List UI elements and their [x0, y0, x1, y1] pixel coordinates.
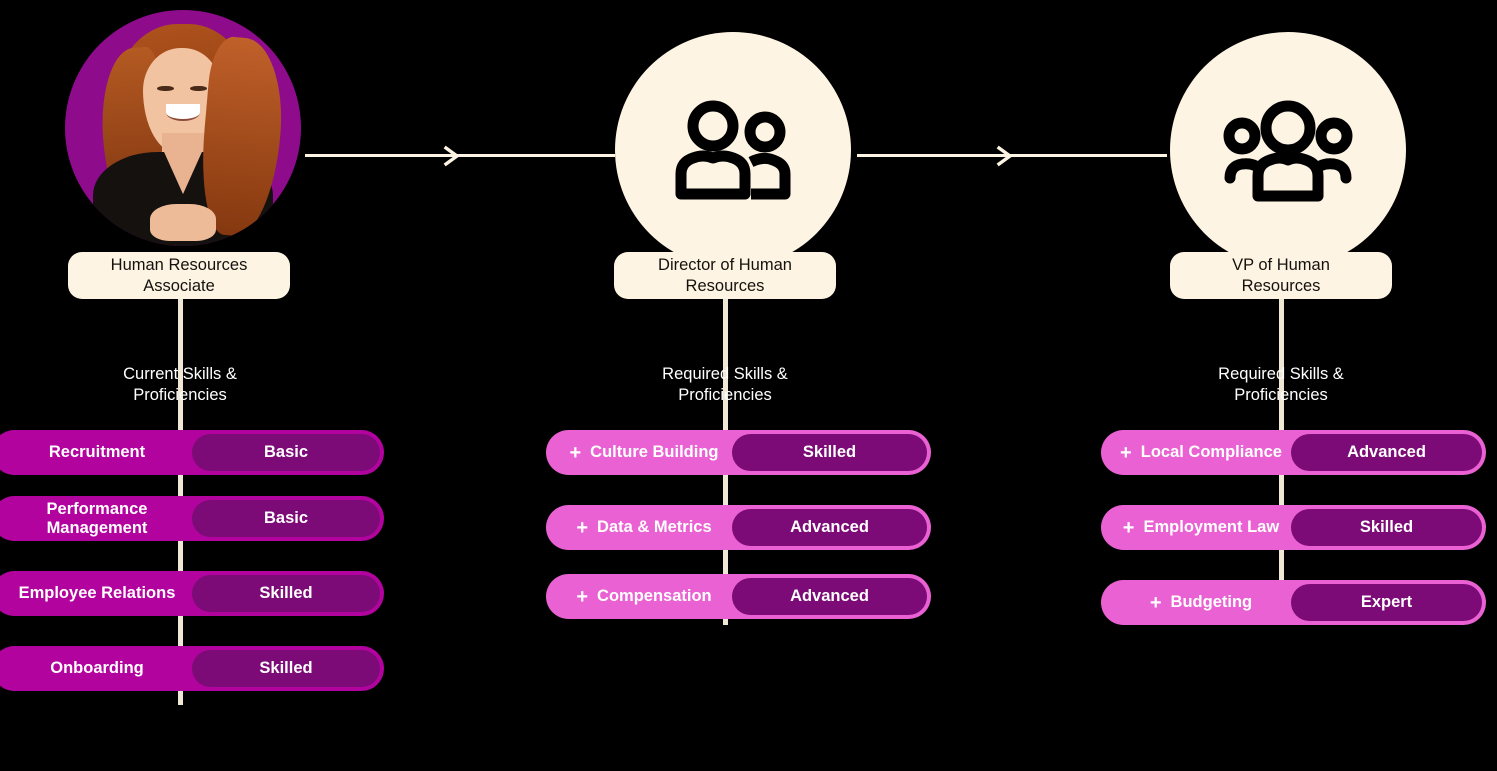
skill-name: Onboarding [50, 659, 144, 677]
role-title-director: Director of Human Resources [614, 252, 836, 299]
role-title-line1: Director of Human [658, 255, 792, 274]
skill-name: + Culture Building [569, 441, 719, 464]
add-skill-icon[interactable]: + [1120, 443, 1132, 463]
skill-level-badge: Expert [1291, 584, 1482, 621]
career-path-diagram: Human Resources Associate Current Skills… [0, 0, 1497, 771]
skill-pill[interactable]: Recruitment Basic [0, 430, 384, 475]
skill-level-badge: Skilled [192, 575, 380, 612]
role-title-current: Human Resources Associate [68, 252, 290, 299]
skill-level-badge: Basic [192, 500, 380, 537]
column-stem-current [178, 285, 183, 705]
role-title-vp: VP of Human Resources [1170, 252, 1392, 299]
chevron-right-icon [995, 145, 1015, 167]
skill-level-badge: Advanced [1291, 434, 1482, 471]
skill-pill[interactable]: Performance Management Basic [0, 496, 384, 541]
skill-name: Performance Management [46, 499, 148, 537]
role-title-line2: Resources [685, 276, 765, 295]
section-caption-director: Required Skills & Proficiencies [600, 364, 850, 406]
skill-pill[interactable]: Employee Relations Skilled [0, 571, 384, 616]
caption-line1: Current Skills & [123, 365, 237, 383]
add-skill-icon[interactable]: + [569, 443, 581, 463]
employee-portrait-illustration [65, 10, 301, 246]
skill-level-badge: Skilled [732, 434, 927, 471]
role-title-line1: VP of Human [1232, 255, 1330, 274]
skill-name: + Employment Law [1122, 516, 1280, 539]
skill-name: Employee Relations [18, 584, 176, 602]
skill-pill[interactable]: + Compensation Advanced [546, 574, 931, 619]
caption-line2: Proficiencies [1234, 386, 1328, 404]
skill-level-badge: Basic [192, 434, 380, 471]
two-people-icon [615, 32, 851, 268]
section-caption-current: Current Skills & Proficiencies [55, 364, 305, 406]
skill-pill[interactable]: + Data & Metrics Advanced [546, 505, 931, 550]
skill-pill[interactable]: Onboarding Skilled [0, 646, 384, 691]
three-people-group-icon [1170, 32, 1406, 268]
skill-level-badge: Skilled [192, 650, 380, 687]
skill-pill[interactable]: + Budgeting Expert [1101, 580, 1486, 625]
skill-name: + Local Compliance [1120, 441, 1282, 464]
role-title-line2: Resources [1241, 276, 1321, 295]
caption-line2: Proficiencies [133, 386, 227, 404]
section-caption-vp: Required Skills & Proficiencies [1156, 364, 1406, 406]
vp-node-circle [1170, 32, 1406, 268]
director-node-circle [615, 32, 851, 268]
employee-photo [65, 10, 301, 246]
caption-line2: Proficiencies [678, 386, 772, 404]
skill-name: + Compensation [576, 585, 712, 608]
caption-line1: Required Skills & [662, 365, 788, 383]
skill-name: + Data & Metrics [576, 516, 712, 539]
chevron-right-icon [442, 145, 462, 167]
skill-name: + Budgeting [1149, 591, 1253, 614]
add-skill-icon[interactable]: + [576, 518, 588, 538]
skill-level-badge: Skilled [1291, 509, 1482, 546]
add-skill-icon[interactable]: + [576, 587, 588, 607]
skill-name: Recruitment [48, 443, 146, 461]
skill-pill[interactable]: + Culture Building Skilled [546, 430, 931, 475]
caption-line1: Required Skills & [1218, 365, 1344, 383]
role-title-line2: Associate [143, 276, 215, 295]
skill-pill[interactable]: + Local Compliance Advanced [1101, 430, 1486, 475]
add-skill-icon[interactable]: + [1150, 593, 1162, 613]
role-title-line1: Human Resources [110, 255, 248, 274]
skill-level-badge: Advanced [732, 509, 927, 546]
add-skill-icon[interactable]: + [1123, 518, 1135, 538]
skill-pill[interactable]: + Employment Law Skilled [1101, 505, 1486, 550]
skill-level-badge: Advanced [732, 578, 927, 615]
